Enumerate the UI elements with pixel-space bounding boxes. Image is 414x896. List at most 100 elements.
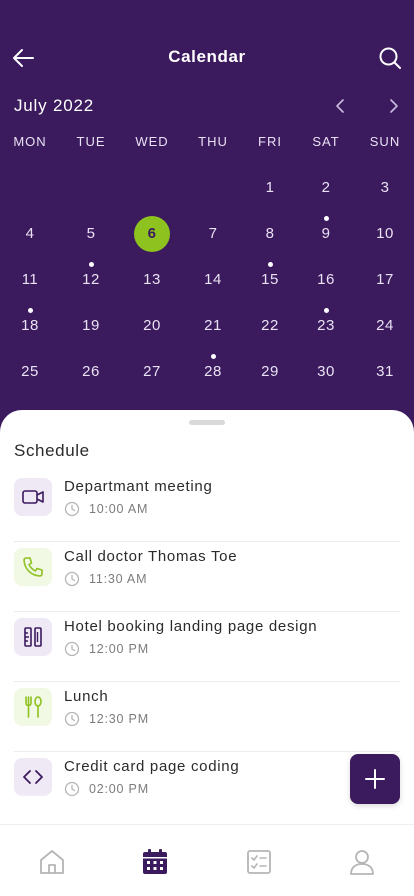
code-icon bbox=[14, 758, 52, 796]
calendar-day[interactable]: 20 bbox=[132, 306, 172, 346]
calendar-day-number: 12 bbox=[82, 271, 100, 288]
schedule-item[interactable]: Departmant meeting 10:00 AM bbox=[14, 472, 400, 542]
ruler-pencil-icon bbox=[14, 618, 52, 656]
calendar-day-number: 20 bbox=[143, 317, 161, 334]
weekday-label: MON bbox=[13, 134, 47, 149]
tab-calendar[interactable] bbox=[140, 847, 170, 877]
schedule-list: Departmant meeting 10:00 AM Call doctor Th… bbox=[14, 472, 400, 822]
tab-tasks[interactable] bbox=[244, 847, 274, 877]
calendar-day[interactable]: 26 bbox=[71, 352, 111, 392]
weekday-label: SUN bbox=[369, 134, 401, 149]
calendar-day[interactable]: 25 bbox=[10, 352, 50, 392]
event-indicator-dot bbox=[323, 216, 329, 221]
event-indicator-dot bbox=[210, 354, 216, 359]
calendar-day-number: 22 bbox=[261, 317, 279, 334]
calendar-day-number: 18 bbox=[21, 317, 39, 334]
schedule-item-title: Departmant meeting bbox=[64, 478, 213, 495]
calendar-day[interactable]: 15 bbox=[250, 260, 290, 300]
event-indicator-dot bbox=[323, 308, 329, 313]
calendar-day[interactable]: 28 bbox=[193, 352, 233, 392]
tab-home[interactable] bbox=[37, 847, 67, 877]
app-bar: Calendar bbox=[0, 36, 414, 80]
calendar-day[interactable]: 30 bbox=[306, 352, 346, 392]
sheet-drag-handle[interactable] bbox=[189, 420, 225, 425]
calendar-day-selected[interactable]: 6 bbox=[134, 216, 170, 252]
schedule-item-time: 10:00 AM bbox=[64, 501, 148, 517]
weekday-label: SAT bbox=[312, 134, 340, 149]
calendar-day-number: 26 bbox=[82, 363, 100, 380]
event-indicator-dot bbox=[88, 262, 94, 267]
calendar-day-number: 1 bbox=[265, 179, 275, 196]
schedule-item-title: Lunch bbox=[64, 688, 109, 705]
schedule-item[interactable]: Call doctor Thomas Toe 11:30 AM bbox=[14, 542, 400, 612]
calendar-day[interactable]: 13 bbox=[132, 260, 172, 300]
calendar-day[interactable]: 31 bbox=[365, 352, 405, 392]
calendar-day[interactable]: 21 bbox=[193, 306, 233, 346]
calendar-day[interactable]: 22 bbox=[250, 306, 290, 346]
calendar-day[interactable]: 4 bbox=[10, 214, 50, 254]
weekday-label: THU bbox=[198, 134, 228, 149]
schedule-item-time: 12:30 PM bbox=[64, 711, 149, 727]
clock-icon bbox=[64, 501, 80, 517]
calendar-day-number: 2 bbox=[321, 179, 331, 196]
month-navigation: July 2022 bbox=[14, 94, 404, 118]
schedule-item-time-text: 12:30 PM bbox=[89, 712, 149, 726]
next-month-button[interactable] bbox=[384, 96, 404, 116]
month-label: July 2022 bbox=[14, 96, 94, 115]
schedule-item[interactable]: Hotel booking landing page design 12:00 P… bbox=[14, 612, 400, 682]
calendar-day-number: 14 bbox=[204, 271, 222, 288]
calendar-day[interactable]: 1 bbox=[250, 168, 290, 208]
profile-icon bbox=[350, 850, 374, 875]
schedule-item-time-text: 11:30 AM bbox=[89, 572, 148, 586]
calendar-day-number: 9 bbox=[321, 225, 331, 242]
calendar-day[interactable]: 12 bbox=[71, 260, 111, 300]
weekday-label: FRI bbox=[258, 134, 282, 149]
calendar-day-number: 8 bbox=[265, 225, 275, 242]
calendar-day-number: 27 bbox=[143, 363, 161, 380]
video-camera-icon bbox=[14, 478, 52, 516]
calendar-day-number: 3 bbox=[380, 179, 390, 196]
calendar-day[interactable]: 8 bbox=[250, 214, 290, 254]
calendar-day[interactable]: 11 bbox=[10, 260, 50, 300]
calendar-day[interactable]: 10 bbox=[365, 214, 405, 254]
schedule-item-time-text: 10:00 AM bbox=[89, 502, 149, 516]
calendar-day[interactable]: 27 bbox=[132, 352, 172, 392]
weekday-label: WED bbox=[135, 134, 169, 149]
bottom-tab-bar bbox=[0, 824, 414, 896]
calendar-day[interactable]: 2 bbox=[306, 168, 346, 208]
calendar-day-number: 24 bbox=[376, 317, 394, 334]
event-indicator-dot bbox=[267, 262, 273, 267]
calendar-day[interactable]: 24 bbox=[365, 306, 405, 346]
schedule-item-title: Credit card page coding bbox=[64, 758, 240, 775]
calendar-day[interactable]: 14 bbox=[193, 260, 233, 300]
calendar-day[interactable]: 16 bbox=[306, 260, 346, 300]
calendar-day-number: 25 bbox=[21, 363, 39, 380]
calendar-day[interactable]: 3 bbox=[365, 168, 405, 208]
calendar-day-number: 17 bbox=[376, 271, 394, 288]
add-event-button[interactable] bbox=[350, 754, 400, 804]
calendar-day-number: 19 bbox=[82, 317, 100, 334]
calendar-day-number: 28 bbox=[204, 363, 222, 380]
fork-spoon-icon bbox=[14, 688, 52, 726]
event-indicator-dot bbox=[27, 308, 33, 313]
weekday-header-row: MON TUE WED THU FRI SAT SUN bbox=[0, 134, 414, 152]
calendar-day[interactable]: 18 bbox=[10, 306, 50, 346]
calendar-day[interactable]: 7 bbox=[193, 214, 233, 254]
schedule-title: Schedule bbox=[14, 441, 90, 460]
calendar-day[interactable]: 19 bbox=[71, 306, 111, 346]
tab-profile[interactable] bbox=[347, 847, 377, 877]
search-button[interactable] bbox=[376, 44, 404, 72]
calendar-day[interactable]: 23 bbox=[306, 306, 346, 346]
previous-month-button[interactable] bbox=[330, 96, 350, 116]
calendar-day[interactable]: 9 bbox=[306, 214, 346, 254]
schedule-item[interactable]: Lunch 12:30 PM bbox=[14, 682, 400, 752]
calendar-day-number: 10 bbox=[376, 225, 394, 242]
calendar-day[interactable]: 17 bbox=[365, 260, 405, 300]
clock-icon bbox=[64, 711, 80, 727]
calendar-day-number: 6 bbox=[147, 225, 157, 242]
calendar-day[interactable]: 5 bbox=[71, 214, 111, 254]
calendar-day-number: 4 bbox=[25, 225, 35, 242]
calendar-day[interactable]: 29 bbox=[250, 352, 290, 392]
calendar-icon bbox=[143, 849, 167, 874]
schedule-item-time-text: 12:00 PM bbox=[89, 642, 149, 656]
